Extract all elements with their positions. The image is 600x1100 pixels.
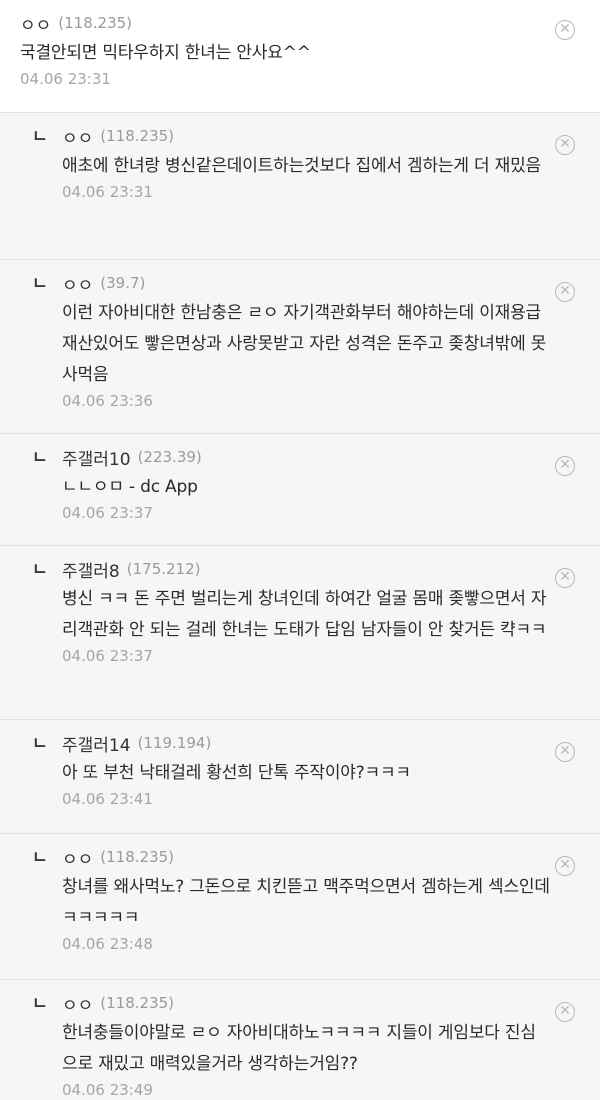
comment-nickname[interactable]: 주갤러10 — [62, 445, 131, 470]
comment-nickname[interactable]: 주갤러14 — [62, 731, 131, 756]
reply-5: ㄴ 주갤러14 119.194 아 또 부천 낙태걸레 황선희 단톡 주작이야?… — [0, 720, 600, 834]
reply-arrow-icon: ㄴ — [32, 127, 48, 147]
reply-3: ㄴ 주갤러10 223.39 ㄴㄴㅇㅁ - dc App 04.06 23:37… — [0, 434, 600, 546]
comment-date: 04.06 23:31 — [20, 70, 111, 88]
nickname-number: 8 — [108, 561, 120, 582]
comment-header: ㅇㅇ 118.235 — [62, 991, 550, 1016]
nickname-text: 주갤러 — [62, 449, 109, 470]
reply-arrow-icon: ㄴ — [32, 848, 48, 868]
delete-close-icon[interactable]: ✕ — [555, 856, 575, 876]
comment-text: 아 또 부천 낙태걸레 황선희 단톡 주작이야?ㅋㅋㅋ — [62, 763, 411, 783]
comment-ip: 118.235 — [58, 14, 132, 32]
reply-7: ㄴ ㅇㅇ 118.235 한녀충들이야말로 ㄹㅇ 자아비대하노ㅋㅋㅋㅋ 지들이 … — [0, 980, 600, 1100]
comment-nickname[interactable]: 주갤러8 — [62, 557, 120, 582]
nickname-text: 주갤러 — [62, 735, 109, 756]
comment-date: 04.06 23:37 — [62, 647, 153, 665]
comment-header: ㅇㅇ 39.7 — [62, 271, 550, 296]
reply-4: ㄴ 주갤러8 175.212 병신 ㅋㅋ 돈 주면 벌리는게 창녀인데 하여간 … — [0, 546, 600, 720]
reply-2: ㄴ ㅇㅇ 39.7 이런 자아비대한 한남충은 ㄹㅇ 자기객관화부터 해야하는데… — [0, 260, 600, 434]
comment-text: 한녀충들이야말로 ㄹㅇ 자아비대하노ㅋㅋㅋㅋ 지들이 게임보다 진심으로 재밌고… — [62, 1023, 536, 1074]
comment-nickname[interactable]: ㅇㅇ — [62, 991, 93, 1016]
comment-date: 04.06 23:31 — [62, 183, 153, 201]
comment-text: 이런 자아비대한 한남충은 ㄹㅇ 자기객관화부터 해야하는데 이재용급 재산있어… — [62, 303, 547, 385]
delete-close-icon[interactable]: ✕ — [555, 135, 575, 155]
comment-header: ㅇㅇ 118.235 — [62, 124, 550, 149]
delete-close-icon[interactable]: ✕ — [555, 20, 575, 40]
comment-nickname[interactable]: ㅇㅇ — [62, 845, 93, 870]
comment-date: 04.06 23:49 — [62, 1081, 153, 1099]
comment-ip: 118.235 — [100, 848, 174, 866]
comment-text: 병신 ㅋㅋ 돈 주면 벌리는게 창녀인데 하여간 얼굴 몸매 좆빻으면서 자리객… — [62, 589, 547, 640]
comment-nickname[interactable]: ㅇㅇ — [20, 11, 51, 36]
comment-ip: 119.194 — [138, 734, 212, 752]
comment-date: 04.06 23:37 — [62, 504, 153, 522]
comment-ip: 118.235 — [100, 994, 174, 1012]
reply-arrow-icon: ㄴ — [32, 560, 48, 580]
comment-text: ㄴㄴㅇㅁ - dc App — [62, 477, 198, 497]
reply-arrow-icon: ㄴ — [32, 448, 48, 468]
comment-header: ㅇㅇ 118.235 — [62, 845, 550, 870]
comment-header: 주갤러8 175.212 — [62, 557, 550, 582]
comment-text: 국결안되면 믹타우하지 한녀는 안사요^^ — [20, 43, 311, 63]
reply-1: ㄴ ㅇㅇ 118.235 애초에 한녀랑 병신같은데이트하는것보다 집에서 겜하… — [0, 113, 600, 260]
comment-0: ㅇㅇ 118.235 국결안되면 믹타우하지 한녀는 안사요^^ 04.06 2… — [0, 0, 600, 113]
delete-close-icon[interactable]: ✕ — [555, 456, 575, 476]
comment-header: 주갤러14 119.194 — [62, 731, 550, 756]
delete-close-icon[interactable]: ✕ — [555, 1002, 575, 1022]
reply-arrow-icon: ㄴ — [32, 734, 48, 754]
reply-6: ㄴ ㅇㅇ 118.235 창녀를 왜사먹노? 그돈으로 치킨뜯고 맥주먹으면서 … — [0, 834, 600, 980]
comment-date: 04.06 23:41 — [62, 790, 153, 808]
comment-ip: 223.39 — [138, 448, 202, 466]
comment-ip: 175.212 — [127, 560, 201, 578]
nickname-text: 주갤러 — [62, 561, 109, 582]
delete-close-icon[interactable]: ✕ — [555, 742, 575, 762]
comment-header: ㅇㅇ 118.235 — [20, 11, 530, 36]
comment-nickname[interactable]: ㅇㅇ — [62, 124, 93, 149]
comment-ip: 39.7 — [100, 274, 145, 292]
comment-date: 04.06 23:36 — [62, 392, 153, 410]
comment-text: 창녀를 왜사먹노? 그돈으로 치킨뜯고 맥주먹으면서 겜하는게 섹스인데ㅋㅋㅋㅋ… — [62, 877, 550, 928]
reply-arrow-icon: ㄴ — [32, 994, 48, 1014]
comment-header: 주갤러10 223.39 — [62, 445, 550, 470]
nickname-number: 14 — [108, 735, 131, 756]
delete-close-icon[interactable]: ✕ — [555, 282, 575, 302]
comment-date: 04.06 23:48 — [62, 935, 153, 953]
comment-ip: 118.235 — [100, 127, 174, 145]
comment-text: 애초에 한녀랑 병신같은데이트하는것보다 집에서 겜하는게 더 재밌음 — [62, 156, 541, 176]
comment-nickname[interactable]: ㅇㅇ — [62, 271, 93, 296]
nickname-number: 10 — [108, 449, 131, 470]
delete-close-icon[interactable]: ✕ — [555, 568, 575, 588]
reply-arrow-icon: ㄴ — [32, 274, 48, 294]
